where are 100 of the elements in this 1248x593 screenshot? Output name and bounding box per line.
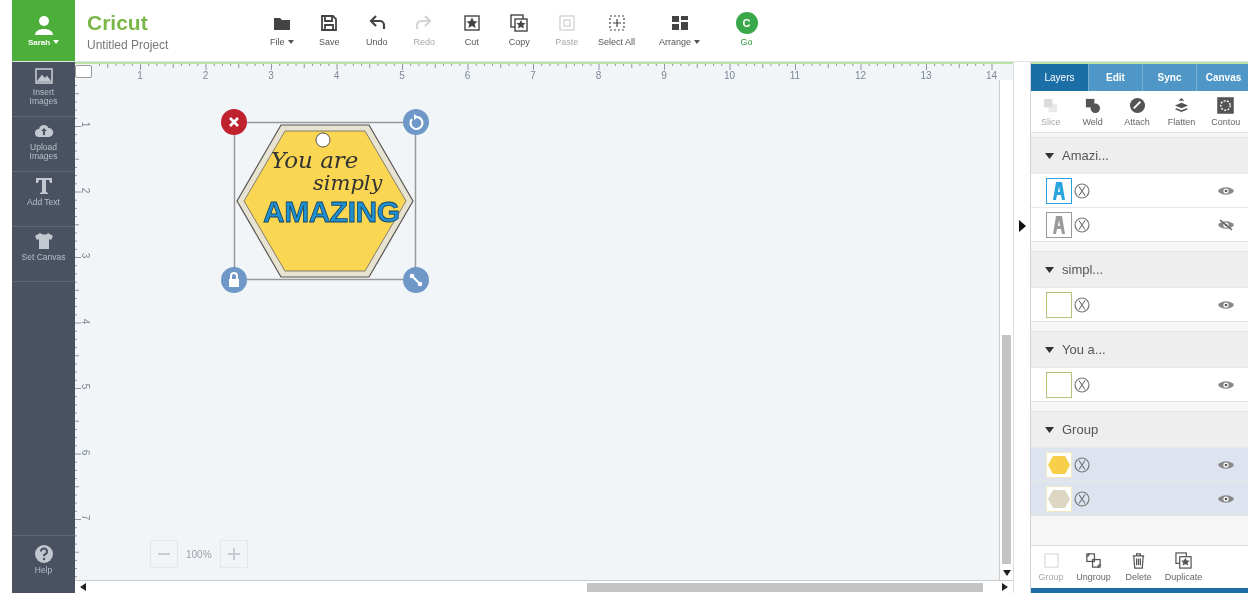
- ruler-corner: [75, 65, 92, 78]
- vertical-scrollbar[interactable]: [999, 80, 1013, 580]
- undo-icon: [367, 14, 386, 32]
- contour-icon: [1217, 96, 1235, 114]
- caret-icon[interactable]: [1045, 266, 1054, 273]
- ruler-number: 5: [80, 383, 92, 390]
- eye-icon[interactable]: [1217, 492, 1235, 505]
- image-icon: [33, 66, 54, 86]
- trash-icon: [1130, 552, 1147, 569]
- scrollbar-thumb[interactable]: [1002, 335, 1011, 564]
- circled-x-icon[interactable]: [1074, 216, 1090, 233]
- go-button[interactable]: C Go: [716, 12, 777, 47]
- layer-row[interactable]: [1031, 447, 1248, 481]
- ruler-number: 5: [398, 70, 406, 80]
- layer-row[interactable]: [1031, 481, 1248, 515]
- design-text: You are: [271, 147, 359, 173]
- layer-row[interactable]: [1031, 367, 1248, 401]
- ruler-number: 11: [788, 70, 802, 80]
- eye-icon[interactable]: [1217, 298, 1235, 311]
- caret-icon[interactable]: [1045, 152, 1054, 159]
- toolbar-button[interactable]: File: [258, 14, 306, 47]
- layer-row[interactable]: [1031, 207, 1248, 241]
- layer-group-header[interactable]: simpl...: [1031, 251, 1248, 287]
- circled-x-icon[interactable]: [1074, 490, 1090, 507]
- attach-icon: [1128, 96, 1146, 114]
- ruler-number: 4: [332, 70, 341, 80]
- close-icon[interactable]: [221, 109, 247, 135]
- design-text: simply: [313, 171, 383, 195]
- toolbar-button[interactable]: Copy: [495, 14, 543, 47]
- save-icon: [320, 14, 339, 32]
- selected-tag-drawing[interactable]: [221, 109, 429, 293]
- layer-action-button[interactable]: Ungroup: [1071, 546, 1116, 588]
- layer-row[interactable]: [1031, 287, 1248, 321]
- layer-tool-button[interactable]: Flatten: [1159, 91, 1204, 132]
- toolbar-button[interactable]: Save: [305, 14, 353, 47]
- circled-x-icon[interactable]: [1074, 182, 1090, 199]
- ruler-number: 6: [80, 449, 92, 455]
- layer-group-header[interactable]: Group: [1031, 411, 1248, 447]
- toolbar-button[interactable]: Undo: [353, 14, 401, 47]
- eye-slash-icon[interactable]: [1217, 218, 1235, 231]
- ruler-number: 3: [80, 252, 92, 259]
- layer-tool-button[interactable]: Attach: [1114, 91, 1160, 132]
- help-icon: [33, 544, 54, 564]
- layer-group-header[interactable]: Amazi...: [1031, 137, 1248, 173]
- redo-icon: [415, 14, 434, 32]
- ruler-number: 2: [201, 70, 210, 80]
- ruler-number: 6: [463, 70, 472, 80]
- ruler-number: 7: [529, 70, 537, 80]
- person-icon: [33, 14, 54, 35]
- left-arrow-icon[interactable]: [79, 582, 87, 592]
- horizontal-scrollbar[interactable]: [75, 580, 1013, 593]
- slice-icon: [1042, 96, 1060, 114]
- ruler-number: 7: [80, 514, 92, 521]
- ruler-number: 3: [267, 70, 275, 80]
- right-arrow-icon[interactable]: [1001, 582, 1009, 592]
- expand-arrow-icon[interactable]: [1018, 219, 1026, 232]
- layer-action-button[interactable]: Delete: [1116, 546, 1161, 588]
- layer-row[interactable]: [1031, 173, 1248, 207]
- copy-icon: [510, 14, 529, 32]
- scrollbar-thumb[interactable]: [587, 582, 983, 592]
- plus-icon: [226, 547, 241, 561]
- zoom-level: 100%: [186, 548, 212, 560]
- toolbar-button[interactable]: Arrange: [642, 14, 717, 47]
- ruler-number: 9: [660, 70, 668, 80]
- ruler-number: 1: [136, 70, 144, 80]
- arrange-icon: [670, 14, 689, 32]
- flatten-icon: [1172, 96, 1190, 114]
- group-name: You a...: [1062, 342, 1106, 357]
- panel-tab[interactable]: Layers: [1031, 64, 1089, 91]
- caret-icon[interactable]: [1045, 346, 1054, 353]
- ruler-number: 8: [594, 70, 603, 80]
- layer-action-button[interactable]: Duplicate: [1161, 546, 1206, 588]
- rotate-icon[interactable]: [403, 109, 429, 135]
- eye-icon[interactable]: [1217, 378, 1235, 391]
- toolbar-button[interactable]: Select All: [590, 14, 643, 47]
- group-name: Amazi...: [1062, 148, 1109, 163]
- circled-x-icon[interactable]: [1074, 456, 1090, 473]
- paste-icon: [557, 14, 576, 32]
- toolbar-button[interactable]: Cut: [448, 14, 496, 47]
- down-arrow-icon[interactable]: [1001, 569, 1012, 577]
- logo: Cricut: [87, 12, 149, 34]
- duplicate-icon: [1175, 552, 1192, 569]
- layer-tool-button[interactable]: Contou: [1203, 91, 1248, 132]
- group-icon: [1042, 552, 1060, 569]
- text-icon: [33, 176, 54, 196]
- lock-icon[interactable]: [221, 267, 247, 293]
- circled-x-icon[interactable]: [1074, 296, 1090, 313]
- ruler-number: 13: [919, 70, 933, 80]
- group-name: simpl...: [1062, 262, 1104, 277]
- ungroup-icon: [1085, 552, 1102, 569]
- resize-icon[interactable]: [403, 267, 429, 293]
- circled-x-icon[interactable]: [1074, 376, 1090, 393]
- caret-icon[interactable]: [1045, 426, 1054, 433]
- eye-icon[interactable]: [1217, 458, 1235, 471]
- project-title: Untitled Project: [87, 38, 170, 52]
- layer-group-header[interactable]: You a...: [1031, 331, 1248, 367]
- eye-icon[interactable]: [1217, 184, 1235, 197]
- cut-icon: [462, 14, 481, 32]
- layer-tool-button[interactable]: Weld: [1070, 91, 1115, 132]
- select-icon: [607, 14, 626, 32]
